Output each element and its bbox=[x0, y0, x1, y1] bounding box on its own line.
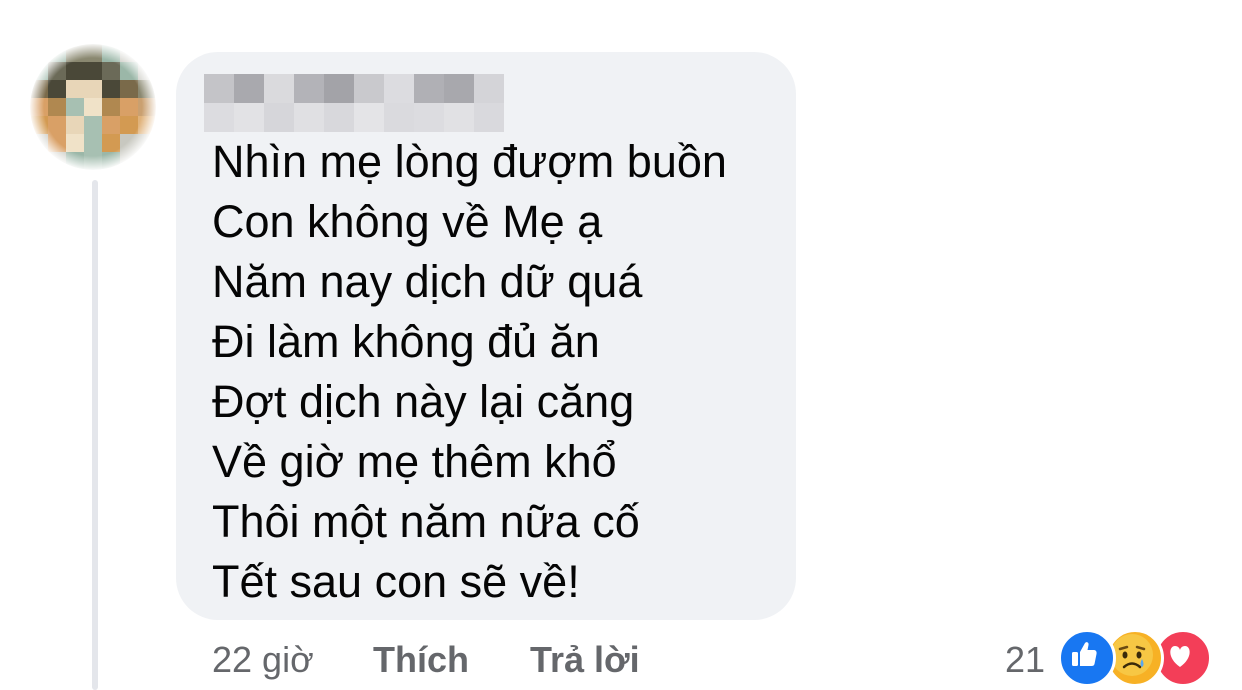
avatar-pixel bbox=[102, 80, 120, 98]
comment-line: Đợt dịch này lại căng bbox=[212, 376, 635, 427]
avatar-pixel bbox=[102, 134, 120, 152]
avatar-pixel bbox=[48, 62, 66, 80]
avatar[interactable] bbox=[30, 44, 156, 170]
name-blur-pixel bbox=[444, 103, 474, 132]
avatar-pixel bbox=[48, 44, 66, 62]
name-blur-pixel bbox=[474, 103, 504, 132]
like-icon bbox=[1058, 629, 1116, 687]
reaction-count[interactable]: 21 bbox=[1005, 636, 1045, 684]
avatar-pixel bbox=[120, 62, 138, 80]
name-blur-pixel bbox=[414, 74, 444, 103]
name-blur-pixel bbox=[204, 103, 234, 132]
comment-line: Thôi một năm nữa cố bbox=[212, 496, 640, 547]
avatar-pixel bbox=[84, 62, 102, 80]
avatar-pixel bbox=[66, 152, 84, 170]
author-name-blurred[interactable] bbox=[204, 74, 504, 132]
thread-line bbox=[92, 180, 98, 690]
reaction-icons[interactable] bbox=[1058, 629, 1212, 687]
avatar-pixel bbox=[84, 116, 102, 134]
avatar-pixel bbox=[120, 134, 138, 152]
name-blur-pixel bbox=[324, 103, 354, 132]
avatar-pixel bbox=[120, 116, 138, 134]
name-blur-pixel bbox=[294, 74, 324, 103]
avatar-pixel bbox=[48, 98, 66, 116]
avatar-pixel bbox=[66, 62, 84, 80]
avatar-pixel bbox=[30, 62, 48, 80]
avatar-pixel bbox=[66, 116, 84, 134]
avatar-pixel bbox=[66, 98, 84, 116]
name-blur-pixel bbox=[204, 74, 234, 103]
avatar-pixel bbox=[30, 44, 48, 62]
name-blur-pixel bbox=[354, 103, 384, 132]
avatar-pixel bbox=[102, 62, 120, 80]
comment-line: Nhìn mẹ lòng đượm buồn bbox=[212, 136, 727, 187]
avatar-pixel bbox=[84, 152, 102, 170]
avatar-pixel bbox=[102, 116, 120, 134]
avatar-pixel bbox=[84, 98, 102, 116]
name-blur-pixel bbox=[444, 74, 474, 103]
avatar-pixel bbox=[138, 152, 156, 170]
avatar-pixel bbox=[66, 134, 84, 152]
avatar-pixel bbox=[84, 44, 102, 62]
comment-line: Tết sau con sẽ về! bbox=[212, 556, 580, 607]
comment-line: Con không về Mẹ ạ bbox=[212, 196, 603, 247]
name-blur-pixel bbox=[474, 74, 504, 103]
name-blur-pixel bbox=[414, 103, 444, 132]
name-blur-pixel bbox=[234, 103, 264, 132]
name-blur-pixel bbox=[324, 74, 354, 103]
comment-timestamp[interactable]: 22 giờ bbox=[212, 636, 314, 684]
avatar-pixel bbox=[48, 134, 66, 152]
comment-line: Đi làm không đủ ăn bbox=[212, 316, 600, 367]
like-button[interactable]: Thích bbox=[373, 636, 469, 684]
avatar-pixel bbox=[120, 44, 138, 62]
avatar-pixel bbox=[48, 152, 66, 170]
avatar-pixel bbox=[138, 134, 156, 152]
avatar-pixel bbox=[30, 98, 48, 116]
avatar-pixel bbox=[66, 44, 84, 62]
avatar-pixel bbox=[120, 80, 138, 98]
avatar-pixel bbox=[84, 134, 102, 152]
avatar-pixel bbox=[138, 62, 156, 80]
name-blur-pixel bbox=[354, 74, 384, 103]
avatar-pixel bbox=[84, 80, 102, 98]
avatar-pixel bbox=[138, 44, 156, 62]
name-blur-pixel bbox=[234, 74, 264, 103]
comment-bubble: Nhìn mẹ lòng đượm buồn Con không về Mẹ ạ… bbox=[176, 52, 796, 620]
avatar-pixel bbox=[30, 152, 48, 170]
avatar-pixel bbox=[102, 44, 120, 62]
avatar-pixel bbox=[120, 98, 138, 116]
avatar-pixel bbox=[48, 116, 66, 134]
avatar-pixel bbox=[66, 80, 84, 98]
name-blur-pixel bbox=[264, 74, 294, 103]
comment-text: Nhìn mẹ lòng đượm buồn Con không về Mẹ ạ… bbox=[212, 132, 727, 612]
comment-line: Về giờ mẹ thêm khổ bbox=[212, 436, 617, 487]
name-blur-pixel bbox=[384, 74, 414, 103]
reply-button[interactable]: Trả lời bbox=[530, 636, 640, 684]
avatar-pixel bbox=[102, 152, 120, 170]
name-blur-pixel bbox=[384, 103, 414, 132]
avatar-pixel bbox=[138, 80, 156, 98]
name-blur-pixel bbox=[294, 103, 324, 132]
avatar-pixel bbox=[48, 80, 66, 98]
avatar-pixel bbox=[30, 80, 48, 98]
avatar-pixel bbox=[30, 134, 48, 152]
name-blur-pixel bbox=[264, 103, 294, 132]
avatar-pixel bbox=[138, 116, 156, 134]
avatar-pixel bbox=[102, 98, 120, 116]
comment-line: Năm nay dịch dữ quá bbox=[212, 256, 643, 307]
avatar-pixel bbox=[30, 116, 48, 134]
avatar-pixel bbox=[138, 98, 156, 116]
avatar-pixel bbox=[120, 152, 138, 170]
